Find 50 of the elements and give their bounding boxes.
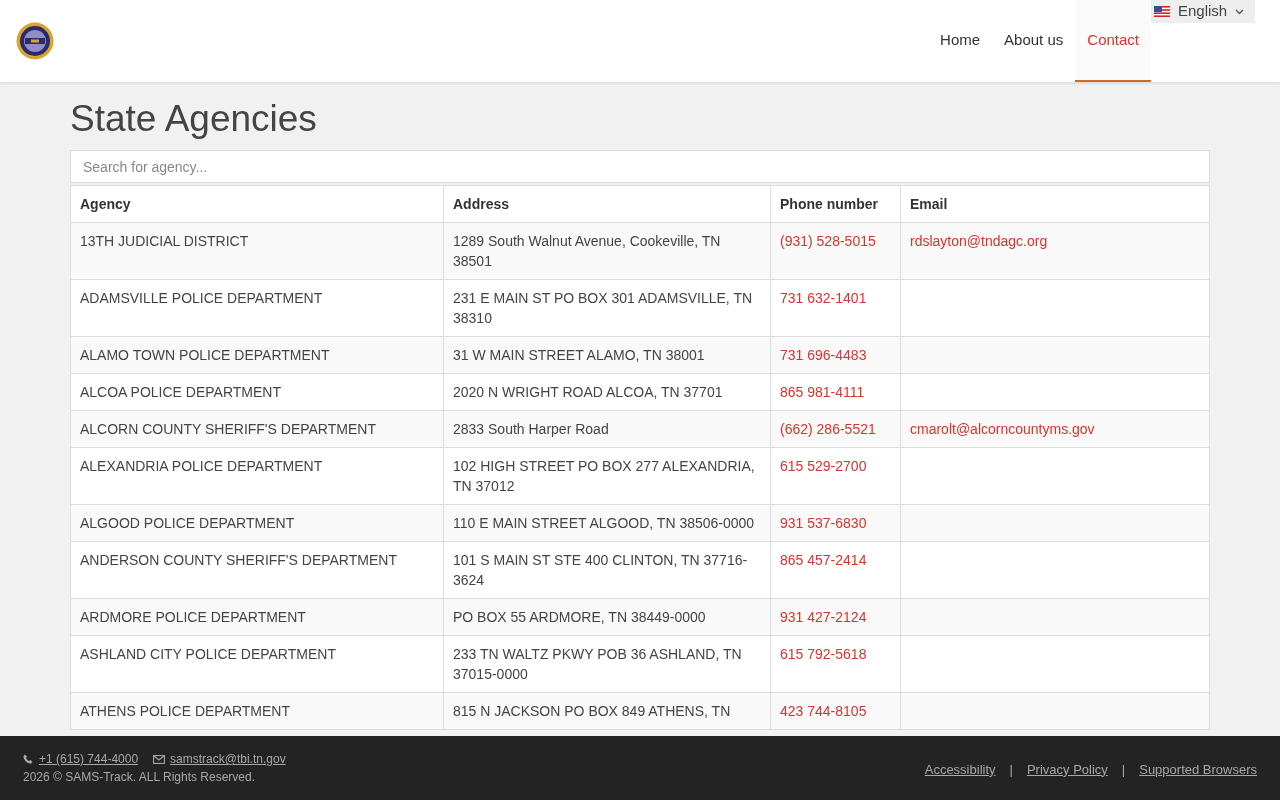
nav-link[interactable]: Home [928, 0, 993, 82]
table-cell: 102 HIGH STREET PO BOX 277 ALEXANDRIA, TN 37012 [443, 447, 771, 505]
table-cell: 101 S MAIN ST STE 400 CLINTON, TN 37716-3624 [443, 541, 771, 599]
nav-link[interactable]: Contact [1075, 0, 1151, 82]
copyright-text: 2026 © SAMS-Track. ALL Rights Reserved. [23, 769, 257, 786]
column-header: Agency [70, 185, 444, 223]
table-cell: ANDERSON COUNTY SHERIFF'S DEPARTMENT [70, 541, 444, 599]
phone-link[interactable]: 615 792-5618 [780, 646, 867, 663]
email-link[interactable]: rdslayton@tndagc.org [910, 233, 1048, 250]
table-cell: 13TH JUDICIAL DISTRICT [70, 222, 444, 280]
column-header: Address [443, 185, 771, 223]
table-cell: 231 E MAIN ST PO BOX 301 ADAMSVILLE, TN 38310 [443, 279, 771, 337]
table-cell: 1289 South Walnut Avenue, Cookeville, TN 38501 [443, 222, 771, 280]
footer-link[interactable]: Privacy Policy [1026, 759, 1108, 780]
table-cell: ARDMORE POLICE DEPARTMENT [70, 598, 444, 636]
phone-link[interactable]: 731 632-1401 [780, 290, 867, 307]
table-cell: 110 E MAIN STREET ALGOOD, TN 38506-0000 [443, 504, 771, 542]
email-link[interactable]: samstrack@tbi.tn.gov [170, 750, 286, 768]
table-cell: 2833 South Harper Road [443, 410, 771, 448]
column-header: Email [900, 185, 1210, 223]
separator: | [1009, 760, 1013, 779]
table-cell: ALCORN COUNTY SHERIFF'S DEPARTMENT [70, 410, 444, 448]
table-cell: 233 TN WALTZ PKWY POB 36 ASHLAND, TN 37015-0000 [443, 635, 771, 693]
page-title: State Agencies [70, 97, 318, 141]
table-cell: ASHLAND CITY POLICE DEPARTMENT [70, 635, 444, 693]
phone-icon [23, 754, 33, 764]
column-header: Phone number [770, 185, 901, 223]
search-field[interactable]: Search for agency... [70, 150, 1210, 184]
table-cell: ALAMO TOWN POLICE DEPARTMENT [70, 336, 444, 374]
separator: | [1121, 760, 1126, 779]
table-cell: 2020 N WRIGHT ROAD ALCOA, TN 37701 [443, 373, 771, 411]
table-cell: ALCOA POLICE DEPARTMENT [70, 373, 444, 411]
table-cell: ALGOOD POLICE DEPARTMENT [70, 504, 444, 542]
mail-icon [153, 754, 166, 764]
nav-link[interactable]: About us [992, 0, 1076, 82]
footer-link[interactable]: Supported Browsers [1139, 759, 1257, 780]
footer-link[interactable]: Accessibility [924, 759, 996, 780]
table-cell: 31 W MAIN STREET ALAMO, TN 38001 [443, 336, 771, 374]
table-cell: ALEXANDRIA POLICE DEPARTMENT [70, 447, 444, 505]
us-flag-icon [1154, 6, 1170, 17]
chevron-down-icon [1235, 8, 1245, 15]
phone-link[interactable]: +1 (615) 744-4000 [39, 750, 139, 768]
table-cell: ATHENS POLICE DEPARTMENT [70, 692, 444, 730]
seal-logo[interactable] [16, 22, 54, 60]
language-dropdown[interactable]: English [1148, 0, 1255, 23]
table-cell: PO BOX 55 ARDMORE, TN 38449-0000 [443, 598, 771, 636]
table-cell: 815 N JACKSON PO BOX 849 ATHENS, TN [443, 692, 771, 730]
phone-link[interactable]: 865 457-2414 [780, 552, 867, 569]
phone-link[interactable]: 615 529-2700 [780, 458, 867, 475]
table-cell: ADAMSVILLE POLICE DEPARTMENT [70, 279, 444, 337]
